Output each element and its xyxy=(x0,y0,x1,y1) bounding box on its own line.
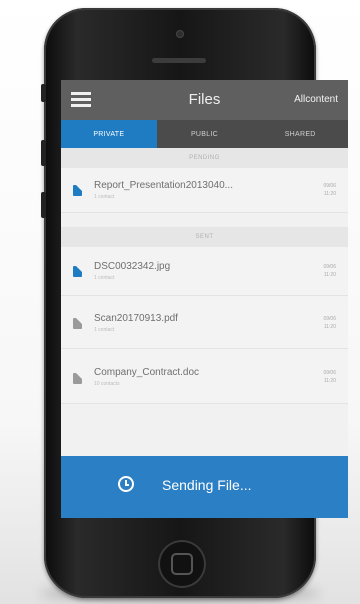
file-recipients: 10 contacts xyxy=(94,381,120,387)
app-bar: Files Allcontent xyxy=(61,80,348,120)
file-name: Scan20170913.pdf xyxy=(94,313,178,324)
allcontent-button[interactable]: Allcontent xyxy=(294,94,338,105)
file-recipients: 1 contact xyxy=(94,275,115,281)
sending-status-label: Sending File... xyxy=(162,477,252,493)
list-item[interactable]: Report_Presentation2013040... 1 contact … xyxy=(61,168,348,213)
file-icon xyxy=(73,184,83,196)
tab-public[interactable]: PUBLIC xyxy=(157,120,253,148)
front-camera xyxy=(176,30,184,38)
file-icon xyxy=(73,265,83,277)
home-square-icon xyxy=(171,553,193,575)
tab-shared[interactable]: SHARED xyxy=(252,120,348,148)
file-icon xyxy=(73,317,83,329)
file-recipients: 1 contact xyxy=(94,194,115,200)
file-date: 09/06 11:20 xyxy=(323,370,336,384)
file-date: 09/06 11:20 xyxy=(323,183,336,197)
list-item[interactable]: DSC0032342.jpg 1 contact 09/06 11:20 xyxy=(61,247,348,296)
mute-switch xyxy=(41,84,46,102)
sending-status-bar[interactable]: Sending File... xyxy=(61,456,348,518)
file-name: Company_Contract.doc xyxy=(94,367,200,378)
tab-bar: PRIVATE PUBLIC SHARED xyxy=(61,120,348,148)
file-name: Report_Presentation2013040... xyxy=(94,180,233,191)
volume-down-button xyxy=(41,192,46,218)
file-recipients: 1 contact xyxy=(94,327,115,333)
file-date: 09/06 11:20 xyxy=(323,264,336,278)
file-name: DSC0032342.jpg xyxy=(94,261,171,272)
tab-private[interactable]: PRIVATE xyxy=(61,120,157,148)
list-item[interactable]: Company_Contract.doc 10 contacts 09/06 11… xyxy=(61,349,348,404)
section-header-pending: PENDING xyxy=(61,148,348,168)
volume-up-button xyxy=(41,140,46,166)
phone-screen: Files Allcontent PRIVATE PUBLIC SHARED P… xyxy=(61,80,348,518)
earpiece-speaker xyxy=(152,58,206,63)
list-item[interactable]: Scan20170913.pdf 1 contact 09/06 11:20 xyxy=(61,296,348,349)
file-date: 09/06 11:20 xyxy=(323,316,336,330)
clock-icon xyxy=(118,476,134,492)
file-icon xyxy=(73,372,83,384)
section-header-sent: SENT xyxy=(61,227,348,247)
